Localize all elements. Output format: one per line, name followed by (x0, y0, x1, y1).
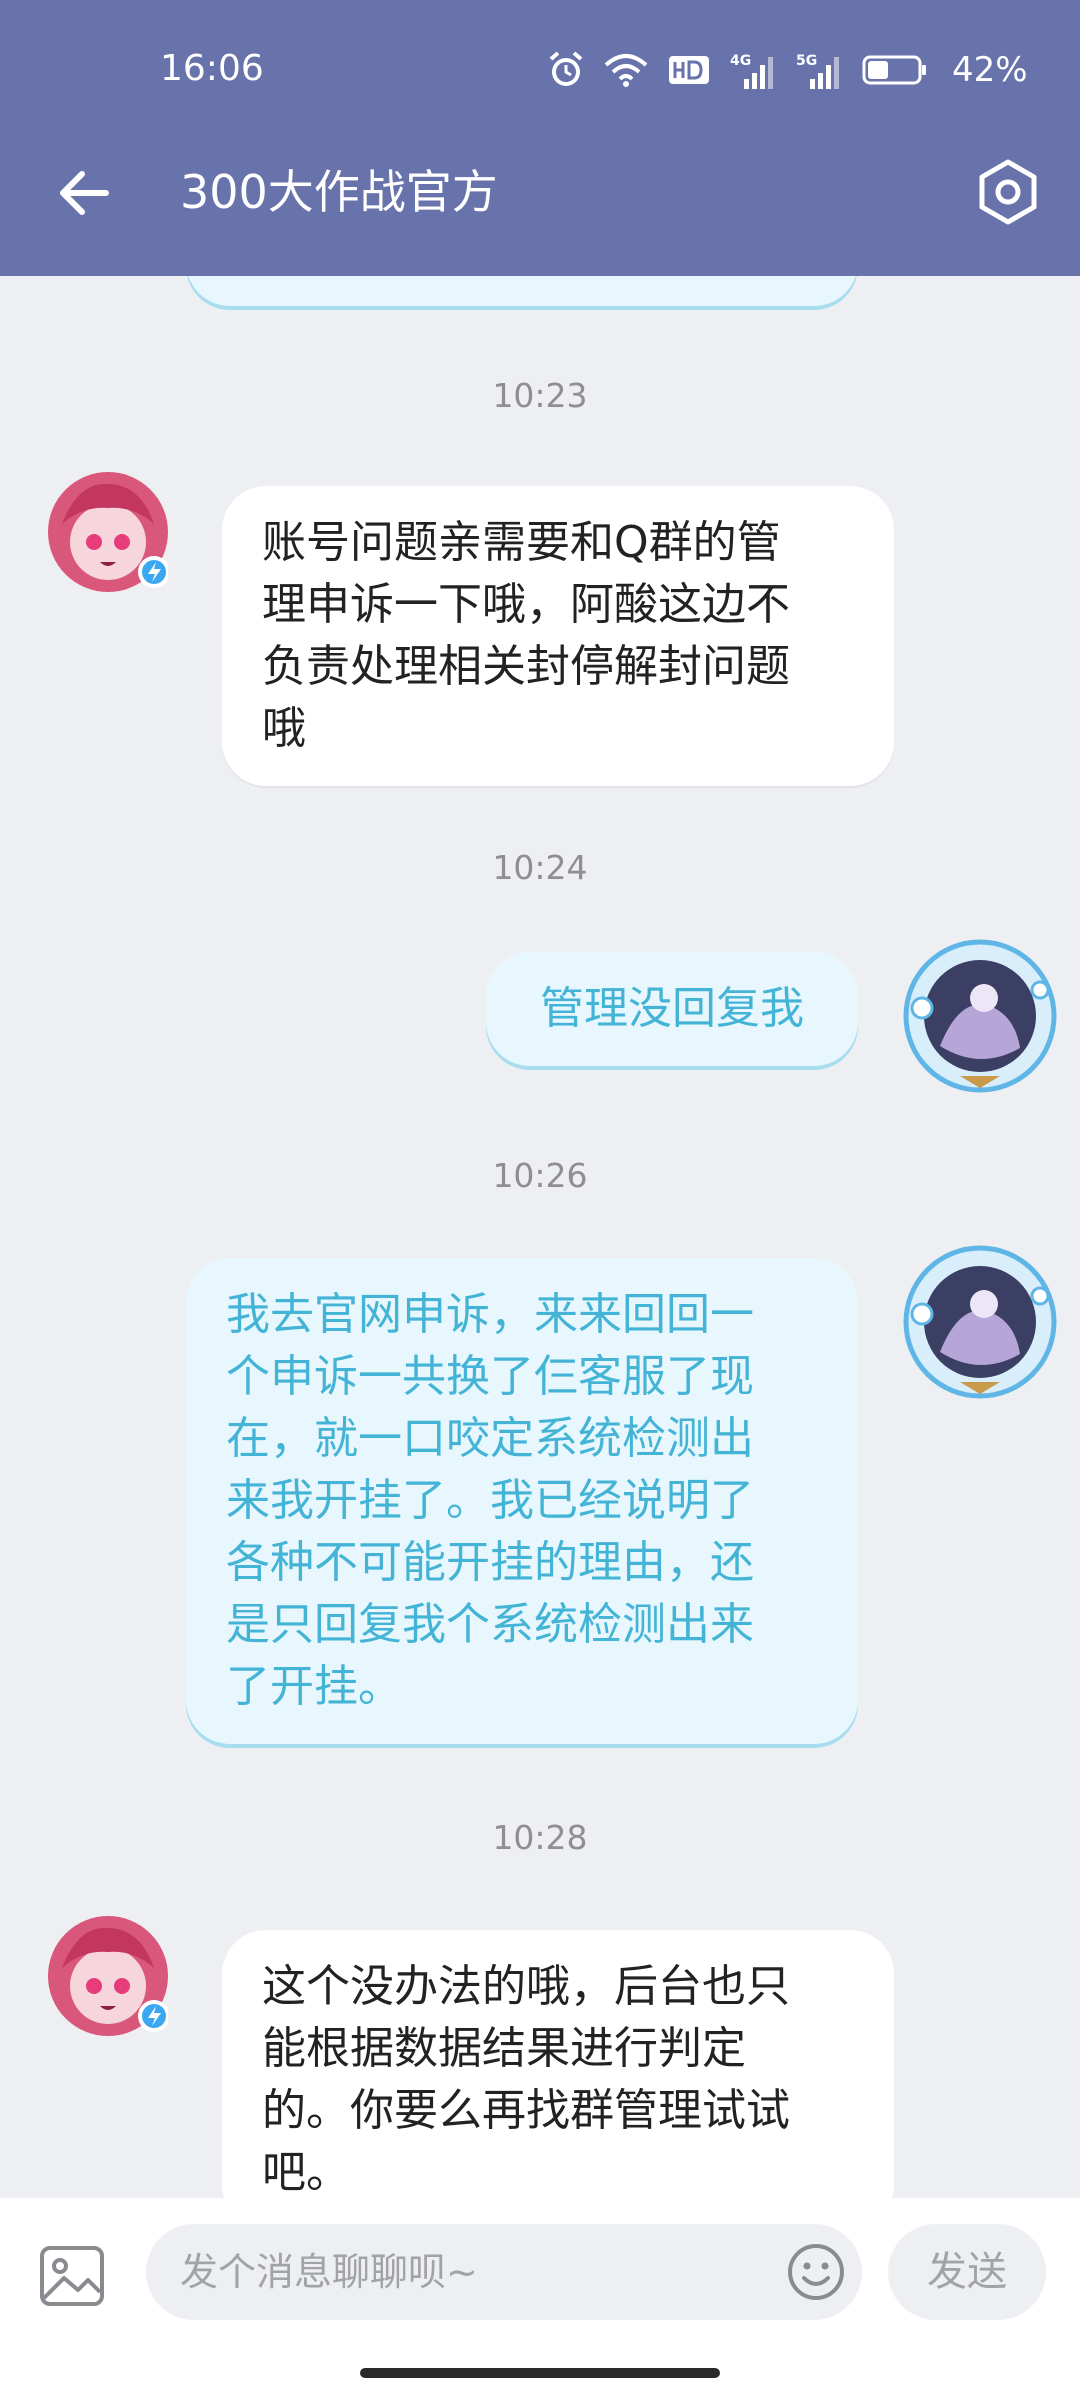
message-line: 来我开挂了。我已经说明了 (226, 1475, 754, 1526)
timestamp: 10:28 (492, 1818, 588, 1857)
status-time: 16:06 (160, 48, 264, 89)
emoji-button[interactable] (786, 2242, 846, 2302)
message-line: 能根据数据结果进行判定 (262, 2023, 746, 2074)
user-avatar-frame (903, 939, 1057, 1093)
outgoing-message-bubble[interactable]: 我去官网申诉，来来回回一 个申诉一共换了仨客服了现 在，就一口咬定系统检测出 来… (186, 1258, 858, 1744)
official-avatar[interactable] (48, 472, 168, 592)
anime-girl-avatar (48, 472, 168, 592)
official-avatar[interactable] (48, 1916, 168, 2036)
send-button[interactable]: 发送 (888, 2224, 1046, 2320)
signal-4g-icon: 4G (730, 51, 776, 89)
status-icons: 4G 5G 42% (548, 50, 1028, 90)
message-line: 在，就一口咬定系统检测出 (226, 1413, 754, 1464)
status-bar: 16:06 4G 5G 42% (0, 0, 1080, 140)
arrow-left-icon (60, 171, 109, 215)
app-header: 16:06 4G 5G 42% 300大作战官方 (0, 0, 1080, 276)
incoming-message-bubble[interactable]: 账号问题亲需要和Q群的管 理申诉一下哦，阿酸这边不 负责处理相关封停解封问题 哦 (222, 486, 894, 786)
back-button[interactable] (50, 158, 120, 228)
message-line: 了开挂。 (226, 1661, 402, 1712)
message-line: 哦 (262, 703, 306, 754)
image-button[interactable] (38, 2242, 106, 2310)
message-line: 各种不可能开挂的理由，还 (226, 1537, 754, 1588)
message-line: 账号问题亲需要和Q群的管 (262, 517, 781, 568)
battery-percent: 42% (952, 50, 1028, 90)
outgoing-message-bubble[interactable]: 管理没回复我 (486, 952, 858, 1066)
alarm-icon (548, 51, 584, 89)
message-line: 负责处理相关封停解封问题 (262, 641, 790, 692)
message-line: 吧。 (262, 2147, 350, 2198)
message-input-bar: 发个消息聊聊呗~ 发送 (0, 2198, 1080, 2400)
previous-message-bubble (186, 276, 858, 306)
user-avatar[interactable] (900, 1242, 1060, 1402)
message-line: 的。你要么再找群管理试试 (262, 2085, 790, 2136)
svg-text:5G: 5G (796, 53, 817, 69)
chat-messages[interactable]: 10:23 账号问题亲需要和Q群的管 理申诉一下哦，阿酸这边不 负责处理相关封停… (0, 276, 1080, 2198)
message-line: 个申诉一共换了仨客服了现 (226, 1351, 754, 1402)
message-line: 这个没办法的哦，后台也只 (262, 1961, 790, 2012)
signal-5g-icon: 5G (796, 51, 842, 89)
battery-icon (862, 54, 928, 86)
message-input[interactable]: 发个消息聊聊呗~ (146, 2224, 862, 2320)
timestamp: 10:26 (492, 1156, 588, 1195)
hexagon-settings-icon (979, 159, 1037, 225)
settings-button[interactable] (972, 156, 1044, 228)
message-line: 我去官网申诉，来来回回一 (226, 1289, 754, 1340)
user-avatar[interactable] (900, 936, 1060, 1096)
wifi-icon (604, 53, 648, 87)
user-avatar-frame (903, 1245, 1057, 1399)
image-icon (40, 2246, 104, 2306)
message-line: 管理没回复我 (540, 983, 804, 1034)
emoji-icon (788, 2244, 844, 2300)
chat-title: 300大作战官方 (180, 165, 498, 219)
hd-icon (668, 55, 710, 85)
message-line: 理申诉一下哦，阿酸这边不 (262, 579, 790, 630)
timestamp: 10:24 (492, 848, 588, 887)
anime-girl-avatar (48, 1916, 168, 2036)
incoming-message-bubble[interactable]: 这个没办法的哦，后台也只 能根据数据结果进行判定 的。你要么再找群管理试试 吧。 (222, 1930, 894, 2198)
timestamp: 10:23 (492, 376, 588, 415)
message-line: 是只回复我个系统检测出来 (226, 1599, 754, 1650)
home-indicator[interactable] (360, 2368, 720, 2378)
svg-text:4G: 4G (730, 53, 751, 69)
